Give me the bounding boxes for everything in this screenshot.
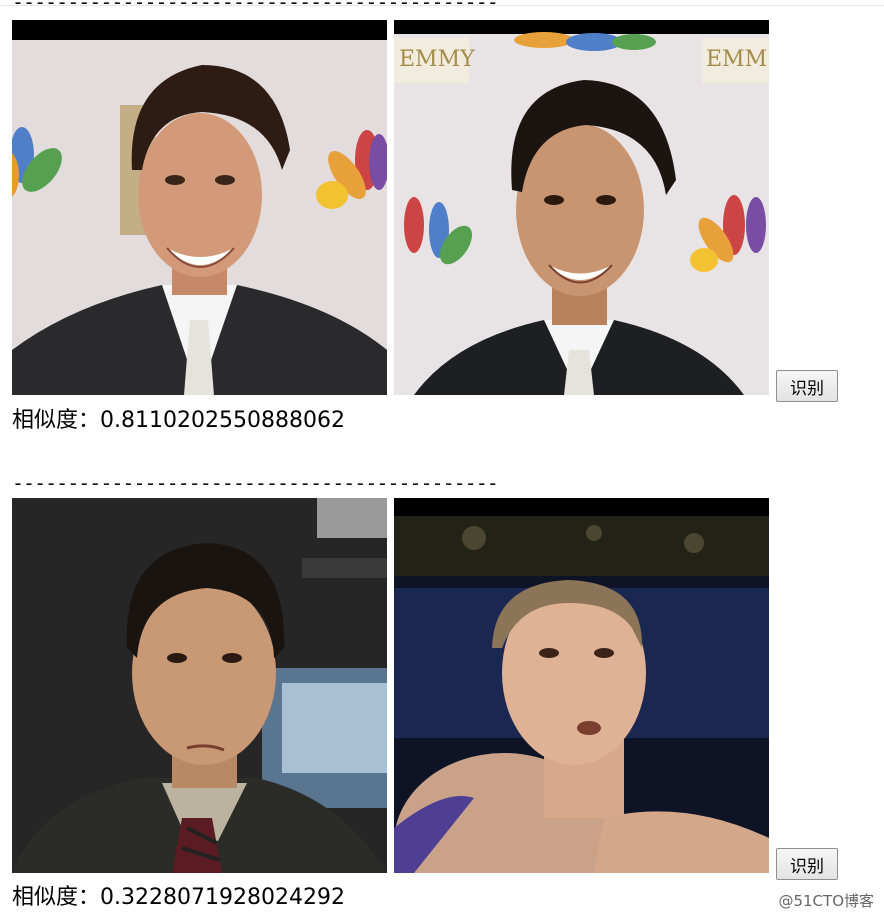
identify-button-1[interactable]: 识别 xyxy=(776,370,838,402)
emmy-banner-text-right: EMM xyxy=(706,47,767,72)
face-image-1b: EMMY EMM xyxy=(394,20,769,395)
emmy-banner-text-left: EMMY xyxy=(399,47,475,72)
separator-line-1: ----------------------------------------… xyxy=(12,0,499,14)
similarity-result-1: 相似度：0.8110202550888062 xyxy=(12,408,345,434)
similarity-label: 相似度： xyxy=(12,408,101,433)
face-image-1a xyxy=(12,20,387,395)
similarity-value: 0.3228071928024292 xyxy=(100,885,345,910)
face-image-2b xyxy=(394,498,769,873)
similarity-result-2: 相似度：0.3228071928024292 xyxy=(12,885,345,911)
watermark: @51CTO博客 xyxy=(778,892,874,910)
identify-button-2[interactable]: 识别 xyxy=(776,848,838,880)
similarity-value: 0.8110202550888062 xyxy=(100,408,345,433)
separator-line-2: ----------------------------------------… xyxy=(12,471,499,495)
similarity-label: 相似度： xyxy=(12,885,101,910)
face-image-2a xyxy=(12,498,387,873)
